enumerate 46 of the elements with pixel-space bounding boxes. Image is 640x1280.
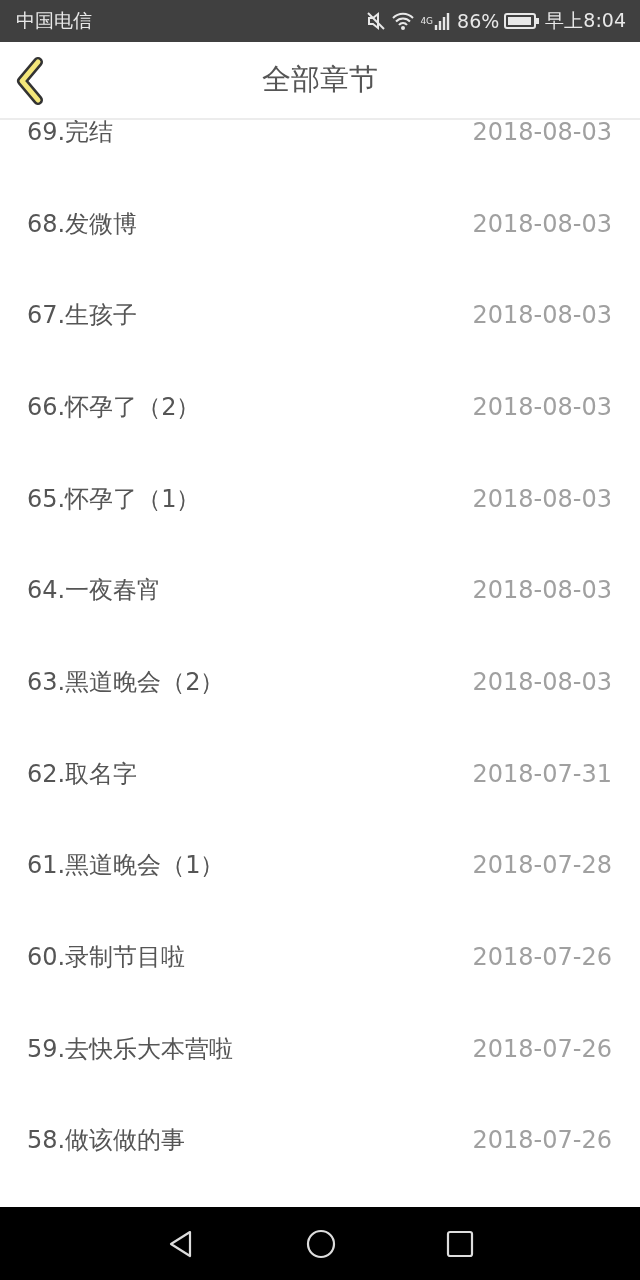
chapter-title: 65.怀孕了（1） (27, 483, 201, 515)
chapter-title: 59.去快乐大本营啦 (27, 1033, 234, 1065)
chapter-date: 2018-08-03 (472, 484, 612, 513)
chapter-title: 62.取名字 (27, 758, 138, 790)
chapter-item[interactable]: 62.取名字 2018-07-31 (0, 727, 640, 820)
chapter-date: 2018-07-26 (472, 943, 612, 972)
page-title: 全部章节 (262, 61, 378, 98)
chapter-date: 2018-08-03 (472, 576, 612, 605)
chapter-title: 66.怀孕了（2） (27, 391, 201, 423)
home-nav-icon[interactable] (306, 1228, 336, 1259)
chapter-item[interactable]: 67.生孩子 2018-08-03 (0, 269, 640, 362)
chapter-item[interactable]: 60.录制节目啦 2018-07-26 (0, 911, 640, 1003)
chapter-date: 2018-08-03 (472, 392, 612, 421)
chapter-date: 2018-07-28 (472, 851, 612, 880)
wifi-icon (391, 11, 416, 31)
chapter-date: 2018-08-03 (472, 120, 612, 146)
battery-percent: 86% (457, 10, 500, 32)
chapter-item[interactable]: 66.怀孕了（2） 2018-08-03 (0, 361, 640, 453)
chapter-item[interactable]: 58.做该做的事 2018-07-26 (0, 1094, 640, 1187)
chapter-item[interactable]: 68.发微博 2018-08-03 (0, 177, 640, 270)
chapter-item[interactable]: 65.怀孕了（1） 2018-08-03 (0, 452, 640, 545)
chapter-title: 58.做该做的事 (27, 1125, 186, 1157)
chapter-date: 2018-08-03 (472, 301, 612, 330)
clock-time: 早上8:04 (545, 8, 626, 33)
chapter-title: 60.录制节目啦 (27, 942, 186, 974)
chapter-title: 69.完结 (27, 120, 114, 148)
chapter-title: 64.一夜春宵 (27, 575, 162, 607)
chapter-date: 2018-07-31 (472, 759, 612, 788)
carrier-name: 中国电信 (16, 8, 92, 33)
chapter-date: 2018-08-03 (472, 667, 612, 696)
chapter-date: 2018-08-03 (472, 209, 612, 238)
chapter-item[interactable]: 59.去快乐大本营啦 2018-07-26 (0, 1002, 640, 1095)
chapter-date: 2018-07-26 (472, 1126, 612, 1155)
chapter-title: 67.生孩子 (27, 300, 138, 332)
chapter-item[interactable]: 61.黑道晚会（1） 2018-07-28 (0, 819, 640, 912)
mute-icon (366, 11, 387, 31)
chapter-date: 2018-07-26 (472, 1034, 612, 1063)
chapter-title: 61.黑道晚会（1） (27, 850, 225, 882)
chapter-title: 68.发微博 (27, 208, 138, 240)
recents-nav-icon[interactable] (446, 1229, 474, 1258)
battery-icon (504, 12, 541, 30)
chapter-item[interactable]: 64.一夜春宵 2018-08-03 (0, 544, 640, 637)
chapter-item[interactable]: 69.完结 2018-08-03 (0, 120, 640, 178)
chapter-title: 63.黑道晚会（2） (27, 666, 225, 698)
chapter-item[interactable]: 63.黑道晚会（2） 2018-08-03 (0, 636, 640, 728)
network-type: 4G (420, 16, 434, 26)
